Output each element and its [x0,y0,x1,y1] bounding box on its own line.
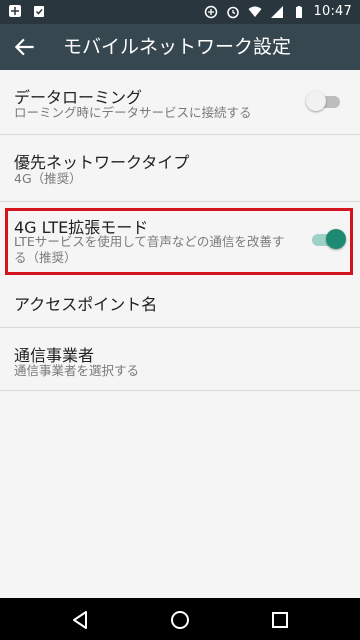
setting-title: 優先ネットワークタイプ [14,153,190,172]
arrow-back-icon[interactable] [12,34,38,60]
alarm-icon [226,6,239,18]
back-triangle-icon[interactable] [68,608,92,632]
setting-data-roaming[interactable]: データローミング ローミング時にデータサービスに接続する [0,70,360,135]
sync-icon [204,5,217,18]
signal-icon [270,5,283,18]
page-title: モバイルネットワーク設定 [63,36,292,58]
setting-title: アクセスポイント名 [14,295,158,314]
settings-list: データローミング ローミング時にデータサービスに接続する 優先ネットワークタイプ… [0,70,360,598]
status-bar: 10:47 [0,0,360,24]
toggle-knob [306,91,326,111]
home-circle-icon[interactable] [168,608,192,632]
setting-carrier[interactable]: 通信事業者 通信事業者を選択する [0,328,360,391]
highlight-box [5,208,353,275]
data-roaming-toggle[interactable] [306,90,344,112]
wifi-icon [248,6,262,17]
setting-apn[interactable]: アクセスポイント名 [0,275,360,328]
navigation-bar [0,598,360,640]
battery-icon [295,5,302,18]
recents-square-icon[interactable] [268,608,292,632]
clipboard-icon [34,6,44,17]
setting-summary: 4G（推奨） [14,171,82,186]
setting-preferred-network[interactable]: 優先ネットワークタイプ 4G（推奨） [0,135,360,202]
status-left-icons [8,4,46,18]
app-bar: モバイルネットワーク設定 [0,24,360,70]
status-right-icons: 10:47 [204,4,352,19]
app-icon [9,5,21,17]
clock: 10:47 [313,4,352,19]
setting-summary: 通信事業者を選択する [14,363,140,378]
setting-summary: ローミング時にデータサービスに接続する [14,105,252,120]
